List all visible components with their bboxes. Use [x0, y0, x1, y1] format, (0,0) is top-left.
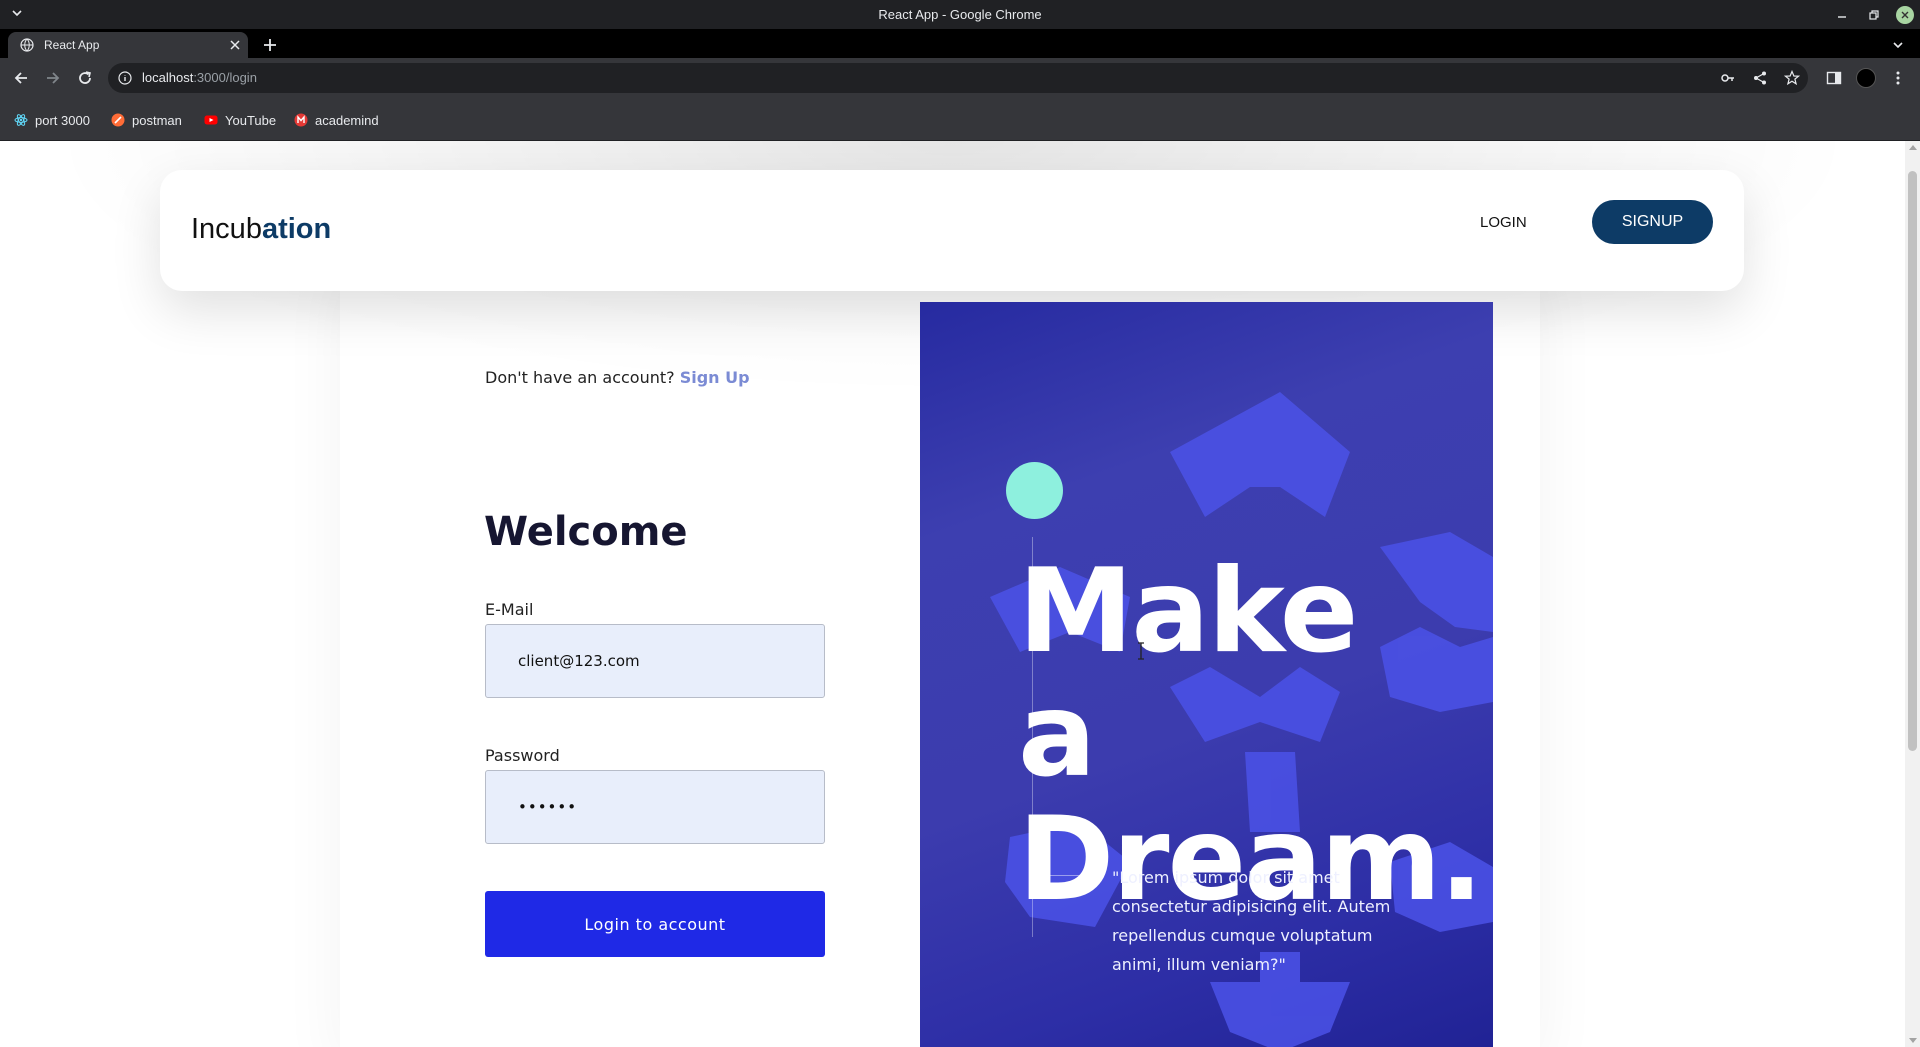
react-icon	[14, 114, 28, 126]
tab-react-app[interactable]: React App	[8, 32, 248, 58]
minimize-icon[interactable]	[1834, 7, 1850, 23]
youtube-icon	[204, 115, 218, 125]
brand-logo[interactable]: Incubation	[191, 213, 331, 246]
key-icon[interactable]	[1720, 70, 1736, 86]
login-button[interactable]: Login to account	[485, 891, 825, 957]
page-scrollbar[interactable]	[1905, 141, 1920, 1047]
restore-icon[interactable]	[1866, 7, 1882, 23]
email-label: E-Mail	[485, 600, 534, 619]
forward-icon[interactable]	[44, 69, 62, 87]
page-title: Welcome	[484, 509, 688, 555]
bookmark-label: port 3000	[35, 112, 90, 128]
url-path: :3000/login	[193, 70, 257, 85]
bookmarks-bar: port 3000 postman YouTube academind	[0, 98, 1920, 141]
scroll-up-arrow[interactable]	[1909, 145, 1917, 150]
share-icon[interactable]	[1752, 70, 1768, 86]
password-label: Password	[485, 746, 560, 765]
scrollbar-thumb[interactable]	[1908, 171, 1917, 751]
info-icon[interactable]	[118, 71, 132, 85]
bookmark-label: postman	[132, 112, 182, 128]
bookmark-label: academind	[315, 112, 379, 128]
star-icon[interactable]	[1784, 70, 1800, 86]
navbar: Incubation LOGIN SIGNUP	[160, 170, 1744, 291]
back-icon[interactable]	[12, 69, 30, 87]
hero-quote: "Lorem ipsum dolor sit amet consectetur …	[1112, 868, 1391, 974]
bookmark-label: YouTube	[225, 112, 277, 128]
password-field[interactable]: ••••••	[485, 770, 825, 844]
tab-search-icon[interactable]	[1890, 37, 1906, 53]
window-title: React App - Google Chrome	[878, 7, 1042, 22]
brand-text-plain: Incub	[191, 213, 262, 245]
academind-icon	[294, 113, 308, 127]
text-cursor-icon	[1138, 642, 1144, 660]
new-tab-icon[interactable]	[262, 37, 278, 53]
browser-toolbar: localhost:3000/login	[0, 58, 1920, 98]
nav-signup-button[interactable]: SIGNUP	[1592, 200, 1713, 244]
signup-prompt: Don't have an account? Sign Up	[485, 368, 750, 387]
kebab-menu-icon[interactable]	[1890, 70, 1906, 86]
window-titlebar: React App - Google Chrome	[0, 0, 1920, 29]
brand-text-bold: ation	[261, 213, 332, 245]
postman-icon	[111, 113, 125, 127]
bookmark-academind[interactable]: academind	[294, 111, 379, 129]
scroll-down-arrow[interactable]	[1909, 1038, 1917, 1043]
close-tab-icon[interactable]	[228, 38, 242, 52]
email-field[interactable]: client@123.com	[485, 624, 825, 698]
bookmark-postman[interactable]: postman	[111, 111, 182, 129]
hero-panel: Make a Dream. "Lorem ipsum dolor sit ame…	[920, 302, 1493, 1047]
globe-icon	[20, 38, 34, 52]
address-bar[interactable]: localhost:3000/login	[108, 63, 1808, 93]
side-panel-icon[interactable]	[1826, 70, 1842, 86]
url-text: localhost:3000/login	[142, 70, 257, 85]
tab-title: React App	[44, 38, 100, 52]
signup-prompt-text: Don't have an account?	[485, 368, 675, 387]
profile-avatar[interactable]	[1856, 68, 1876, 88]
close-icon	[1901, 11, 1909, 19]
hero-accent-dot	[1006, 462, 1063, 519]
bookmark-youtube[interactable]: YouTube	[204, 111, 276, 129]
nav-login-link[interactable]: LOGIN	[1480, 214, 1527, 231]
signup-link[interactable]: Sign Up	[680, 368, 750, 387]
tab-strip: React App	[0, 29, 1920, 58]
reload-icon[interactable]	[76, 69, 94, 87]
url-host: localhost	[142, 70, 194, 85]
bookmark-port-3000[interactable]: port 3000	[14, 111, 90, 129]
page-viewport: Incubation LOGIN SIGNUP Don't have an ac…	[0, 141, 1920, 1047]
close-window-button[interactable]	[1896, 6, 1914, 24]
